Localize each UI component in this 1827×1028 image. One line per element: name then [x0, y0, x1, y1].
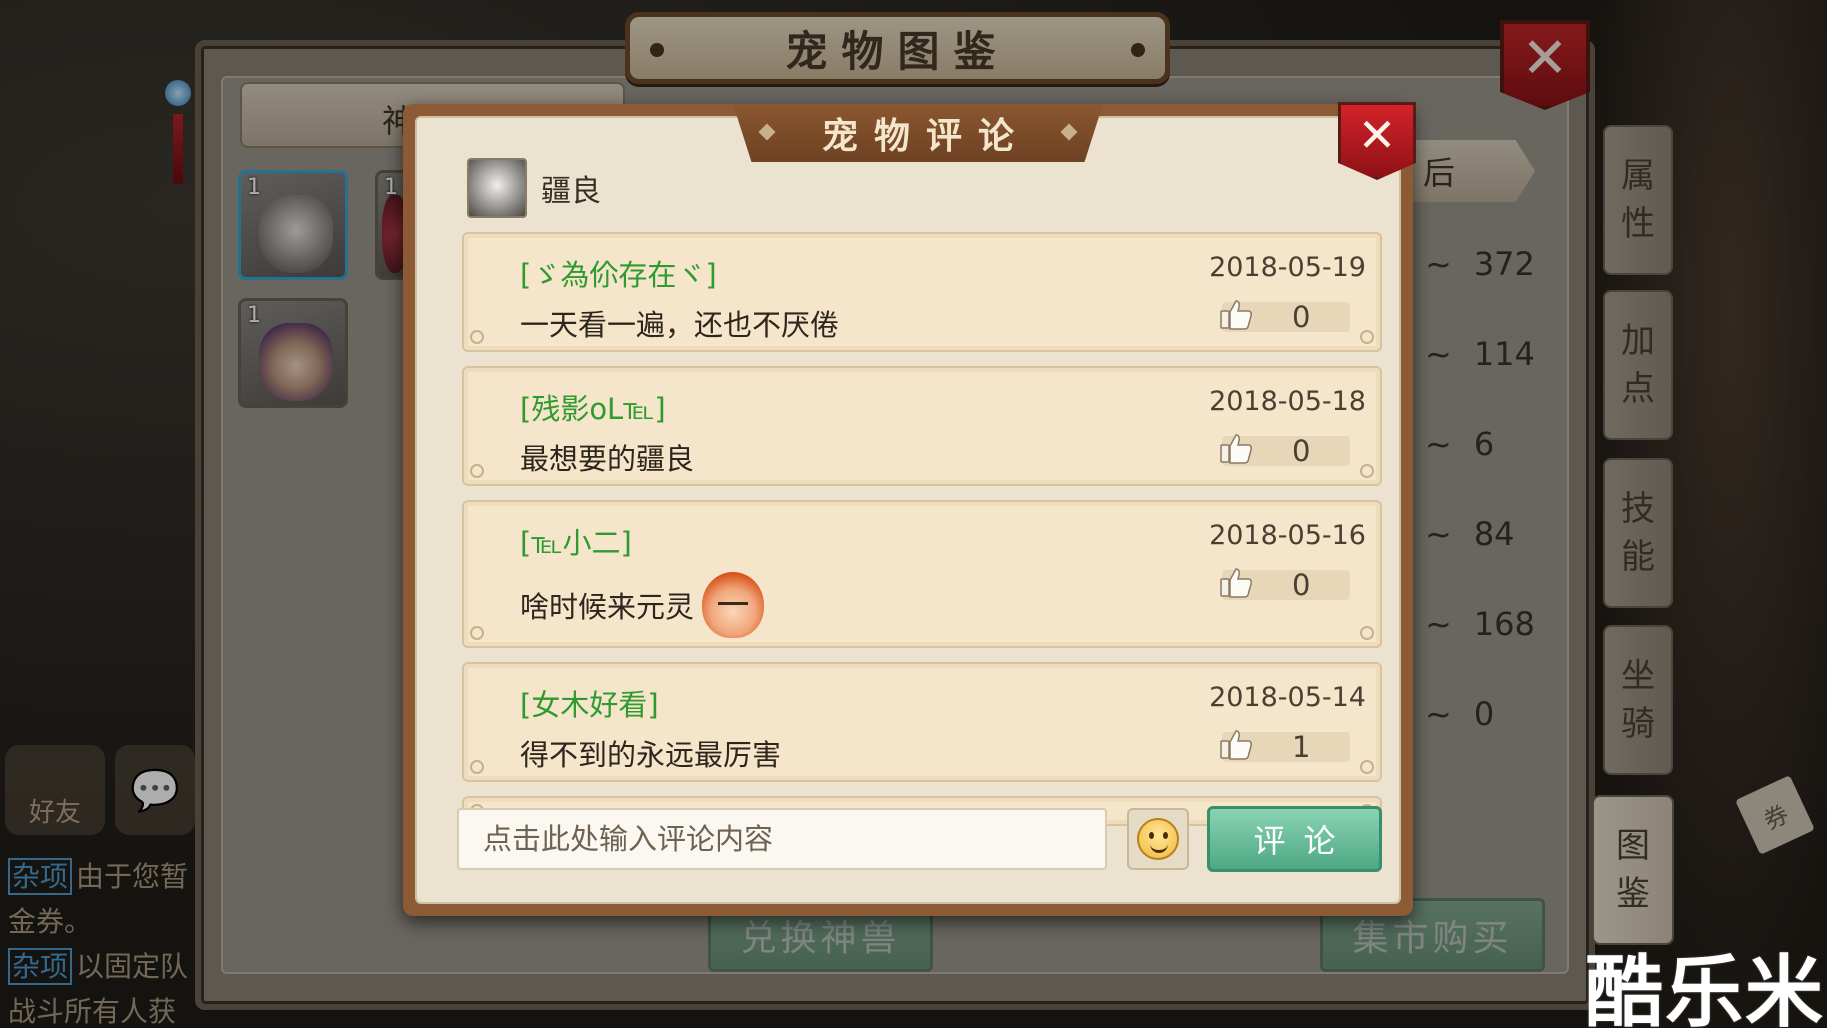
- smiley-icon: [1137, 818, 1179, 860]
- title-diamond-left: [758, 123, 776, 141]
- comment-date: 2018-05-18: [1209, 386, 1366, 417]
- comment-item: [℡小二] 2018-05-16 啥时候来元灵 0: [462, 500, 1382, 648]
- title-diamond-right: [1060, 123, 1078, 141]
- comment-input-row: 评论: [457, 806, 1382, 872]
- thumbs-up-icon: [1220, 730, 1252, 760]
- comment-date: 2018-05-14: [1209, 682, 1366, 713]
- like-count: 0: [1292, 568, 1311, 602]
- like-button[interactable]: 1: [1220, 730, 1350, 764]
- pet-name: 疆良: [541, 174, 601, 209]
- thumbs-up-icon: [1220, 434, 1252, 464]
- like-count: 1: [1292, 730, 1311, 764]
- like-count: 0: [1292, 434, 1311, 468]
- submit-comment-button[interactable]: 评论: [1207, 806, 1382, 872]
- dialog-title-bar: 宠物评论: [733, 104, 1103, 162]
- angry-boy-emoji-icon: [702, 572, 765, 638]
- pet-avatar: [467, 158, 527, 218]
- pet-comment-dialog: 疆良 [ゞ為伱存在ヾ] 2018-05-19 一天看一遍，还也不厌倦 0 [残影…: [403, 102, 1416, 916]
- comment-text: 一天看一遍，还也不厌倦: [520, 308, 840, 342]
- like-button[interactable]: 0: [1220, 568, 1350, 602]
- close-icon: ✕: [1357, 108, 1397, 162]
- pet-header: 疆良: [467, 158, 601, 218]
- like-button[interactable]: 0: [1220, 434, 1350, 468]
- comment-date: 2018-05-19: [1209, 252, 1366, 283]
- like-count: 0: [1292, 300, 1311, 334]
- comment-input[interactable]: [457, 808, 1107, 870]
- thumbs-up-icon: [1220, 568, 1252, 598]
- comment-username[interactable]: [℡小二]: [520, 520, 632, 562]
- like-button[interactable]: 0: [1220, 300, 1350, 334]
- comment-text: 得不到的永远最厉害: [520, 738, 782, 772]
- dialog-title: 宠物评论: [821, 115, 1030, 157]
- dialog-body: 疆良 [ゞ為伱存在ヾ] 2018-05-19 一天看一遍，还也不厌倦 0 [残影…: [415, 116, 1401, 904]
- thumbs-up-icon: [1220, 300, 1252, 330]
- comment-item: [残影oL℡] 2018-05-18 最想要的疆良 0: [462, 366, 1382, 486]
- comment-date: 2018-05-16: [1209, 520, 1366, 551]
- comment-item: [ゞ為伱存在ヾ] 2018-05-19 一天看一遍，还也不厌倦 0: [462, 232, 1382, 352]
- comment-text: 最想要的疆良: [520, 442, 695, 476]
- site-watermark-logo: 酷乐米: [1585, 948, 1826, 1028]
- comment-username[interactable]: [ゞ為伱存在ヾ]: [520, 252, 717, 294]
- comment-username[interactable]: [残影oL℡]: [520, 386, 666, 428]
- comment-username[interactable]: [女木好看]: [520, 682, 659, 724]
- comment-text: 啥时候来元灵: [520, 572, 765, 638]
- emoji-button[interactable]: [1127, 808, 1189, 870]
- comment-item: [女木好看] 2018-05-14 得不到的永远最厉害 1: [462, 662, 1382, 782]
